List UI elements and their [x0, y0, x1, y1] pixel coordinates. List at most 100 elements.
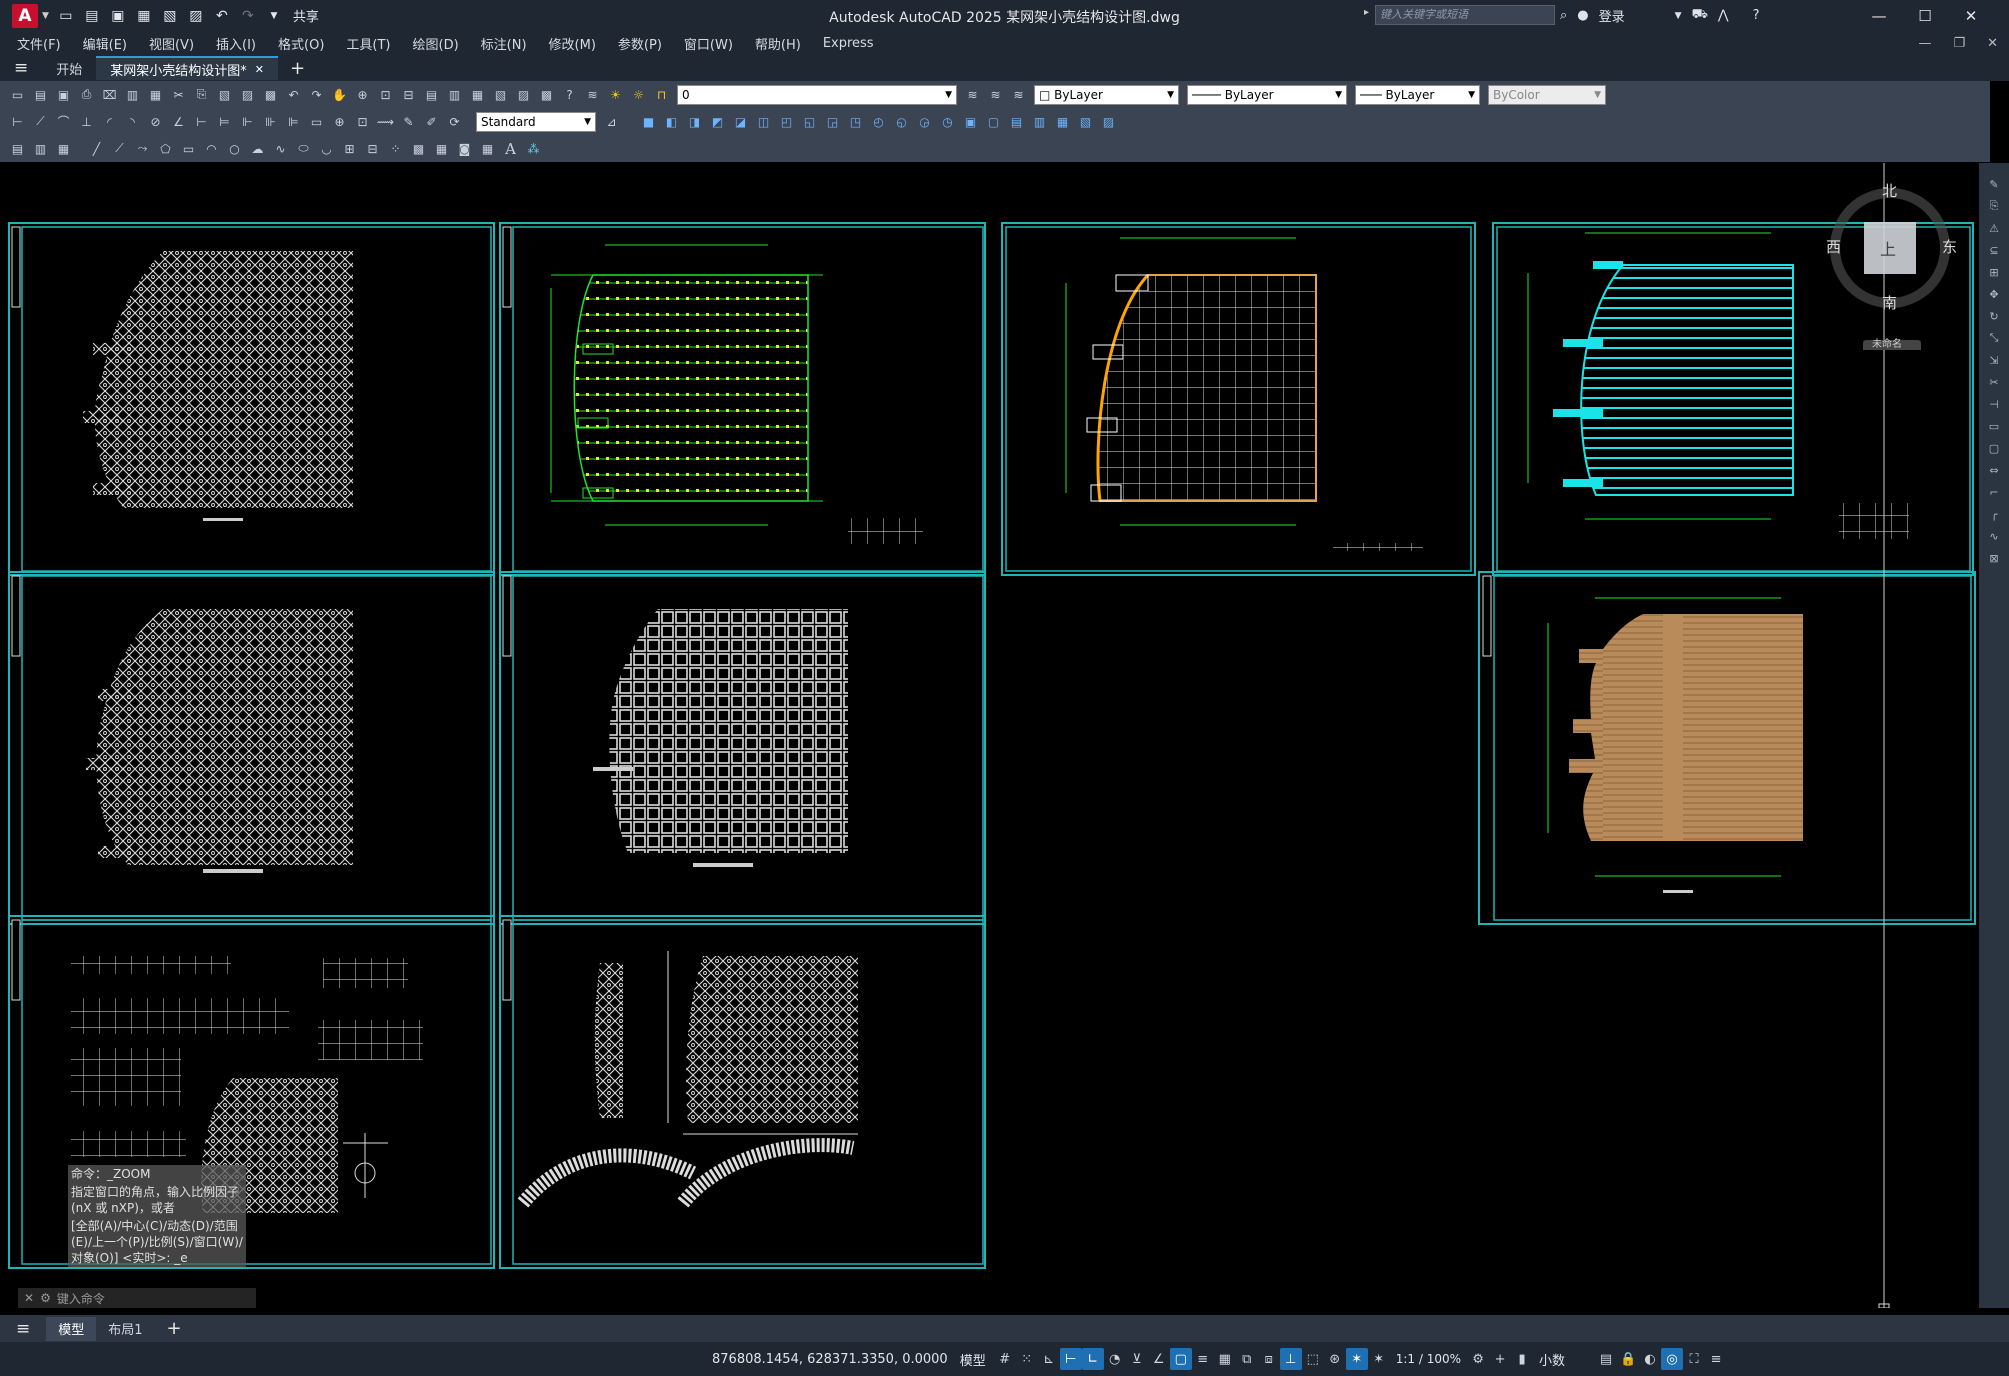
- jog-line-icon[interactable]: ⟿: [376, 112, 395, 131]
- calculator-icon[interactable]: ▩: [537, 85, 556, 104]
- paste-icon[interactable]: ▧: [215, 85, 234, 104]
- autocad-logo-icon[interactable]: A: [12, 3, 38, 28]
- ellipse-arc-icon[interactable]: ◡: [317, 139, 336, 158]
- dim-linear-icon[interactable]: ⊢: [8, 112, 27, 131]
- share-button[interactable]: 共享: [293, 6, 319, 25]
- doc-restore-icon[interactable]: ❐: [1942, 36, 1976, 51]
- annotation-visibility-icon[interactable]: ✶: [1345, 1348, 1368, 1370]
- dim-baseline-icon[interactable]: ⊨: [215, 112, 234, 131]
- mtext-icon[interactable]: A: [501, 139, 520, 158]
- tolerance-icon[interactable]: ▭: [307, 112, 326, 131]
- scale-icon[interactable]: ⤡: [1985, 331, 2003, 345]
- customization-icon[interactable]: ≡: [1705, 1348, 1727, 1370]
- grid-icon[interactable]: #: [994, 1348, 1016, 1370]
- menu-tools[interactable]: 工具(T): [335, 34, 401, 53]
- polar-tracking-icon[interactable]: ◔: [1104, 1348, 1126, 1370]
- maximize-button[interactable]: ☐: [1902, 0, 1948, 31]
- gizmo-icon[interactable]: ⊛: [1324, 1348, 1346, 1370]
- menu-modify[interactable]: 修改(M): [538, 34, 607, 53]
- dim-text-edit-icon[interactable]: ✐: [422, 112, 441, 131]
- properties-icon[interactable]: ▤: [422, 85, 441, 104]
- clean-screen-icon[interactable]: ⛶: [1683, 1348, 1705, 1370]
- center-mark-icon[interactable]: ⊕: [330, 112, 349, 131]
- explode-icon[interactable]: ⊠: [1985, 551, 2003, 565]
- insert-block-icon[interactable]: ⊞: [340, 139, 359, 158]
- qnew-icon[interactable]: ▭: [8, 85, 27, 104]
- open-icon[interactable]: ▤: [31, 85, 50, 104]
- dim-aligned-icon[interactable]: ⟋: [31, 112, 50, 131]
- preview-icon[interactable]: ⌧: [100, 85, 119, 104]
- command-line[interactable]: ✕ ⚙ 键入命令: [18, 1288, 256, 1308]
- hatch-icon[interactable]: ▩: [409, 139, 428, 158]
- break-at-point-icon[interactable]: ▭: [1985, 419, 2003, 433]
- block-editor-icon[interactable]: ▩: [261, 85, 280, 104]
- union-icon[interactable]: ◧: [662, 112, 681, 131]
- zoom-realtime-icon[interactable]: ⊕: [353, 85, 372, 104]
- dim-space-icon[interactable]: ⊪: [261, 112, 280, 131]
- trim-icon[interactable]: ✂: [1985, 375, 2003, 389]
- extract-edges-icon[interactable]: ▨: [1099, 112, 1118, 131]
- graphics-performance-icon[interactable]: ◎: [1661, 1348, 1684, 1370]
- workspace-gear-icon[interactable]: ⚙: [1467, 1348, 1489, 1370]
- layer-previous-icon[interactable]: ≋: [986, 85, 1005, 104]
- lineweight-dropdown[interactable]: ─── ByLayer ▼: [1355, 84, 1480, 105]
- extend-icon[interactable]: ⊣: [1985, 397, 2003, 411]
- extrude-faces-icon[interactable]: ◪: [731, 112, 750, 131]
- layer-properties-icon[interactable]: ≋: [583, 85, 602, 104]
- zoom-window-icon[interactable]: ⊡: [376, 85, 395, 104]
- viewcube-south[interactable]: 南: [1882, 292, 1897, 313]
- make-current-layer-icon[interactable]: ≋: [963, 85, 982, 104]
- taper-faces-icon[interactable]: ◳: [846, 112, 865, 131]
- dim-arc-icon[interactable]: ⌒: [54, 112, 73, 131]
- move-icon[interactable]: ✥: [1985, 287, 2003, 301]
- tab-start[interactable]: 开始: [42, 56, 96, 80]
- erase-icon[interactable]: ✎: [1985, 177, 2003, 191]
- wcs-menu[interactable]: 未命名: [1872, 335, 1902, 350]
- search-input[interactable]: 键入关键字或短语: [1375, 5, 1555, 25]
- add-selected-icon[interactable]: ⁂: [524, 139, 543, 158]
- transparency-icon[interactable]: ▦: [1214, 1348, 1236, 1370]
- copy-icon[interactable]: ⎘: [192, 85, 211, 104]
- quick-properties-icon[interactable]: ▤: [1595, 1348, 1617, 1370]
- subtract-icon[interactable]: ◨: [685, 112, 704, 131]
- viewcube-east[interactable]: 东: [1942, 236, 1957, 257]
- clean-icon[interactable]: ◷: [938, 112, 957, 131]
- save-as-icon[interactable]: ▦: [133, 5, 155, 27]
- dim-angular-icon[interactable]: ∠: [169, 112, 188, 131]
- publish-icon[interactable]: ▧: [159, 5, 181, 27]
- dim-edit-icon[interactable]: ✎: [399, 112, 418, 131]
- open-file-icon[interactable]: ▤: [81, 5, 103, 27]
- object-snap-icon[interactable]: ▢: [1169, 1348, 1192, 1370]
- linetype-dropdown[interactable]: ──── ByLayer ▼: [1187, 84, 1347, 105]
- zoom-previous-icon[interactable]: ⊟: [399, 85, 418, 104]
- box-icon[interactable]: ■: [639, 112, 658, 131]
- doc-close-icon[interactable]: ✕: [1976, 36, 2009, 51]
- spline-icon[interactable]: ∿: [271, 139, 290, 158]
- layer-on-icon[interactable]: ☀: [606, 85, 625, 104]
- dimstyle-dropdown[interactable]: Standard ▼: [476, 111, 596, 132]
- section-icon[interactable]: ▦: [1053, 112, 1072, 131]
- toolbar-3-icon[interactable]: ▦: [54, 139, 73, 158]
- viewcube[interactable]: 北 南 西 东 上 未命名: [1826, 180, 1970, 354]
- design-center-icon[interactable]: ▥: [445, 85, 464, 104]
- toolbar-2-icon[interactable]: ▥: [31, 139, 50, 158]
- menu-dimension[interactable]: 标注(N): [470, 34, 538, 53]
- arc-icon[interactable]: ◠: [202, 139, 221, 158]
- lineweight-icon[interactable]: ≡: [1192, 1348, 1214, 1370]
- check-icon[interactable]: ▤: [1007, 112, 1026, 131]
- tab-layout1[interactable]: 布局1: [96, 1317, 154, 1341]
- autodesk-account-icon[interactable]: ⋀: [1718, 8, 1729, 23]
- dim-jogged-icon[interactable]: ◝: [123, 112, 142, 131]
- dynamic-ucs-icon[interactable]: ⊥: [1279, 1348, 1302, 1370]
- publish-toolbar-icon[interactable]: ▥: [123, 85, 142, 104]
- annotation-monitor-icon[interactable]: +: [1489, 1348, 1511, 1370]
- tab-document[interactable]: 某网架小壳结构设计图* ✕: [96, 56, 278, 80]
- 3dprint-icon[interactable]: ▦: [146, 85, 165, 104]
- array-icon[interactable]: ⊞: [1985, 265, 2003, 279]
- save-icon[interactable]: ▣: [107, 5, 129, 27]
- chamfer-icon[interactable]: ⌐: [1985, 485, 2003, 499]
- ortho-icon[interactable]: ∟: [1081, 1348, 1104, 1370]
- rotate-icon[interactable]: ↻: [1985, 309, 2003, 323]
- coordinates-readout[interactable]: 876808.1454, 628371.3350, 0.0000: [712, 1352, 948, 1367]
- user-icon[interactable]: ●: [1577, 8, 1588, 23]
